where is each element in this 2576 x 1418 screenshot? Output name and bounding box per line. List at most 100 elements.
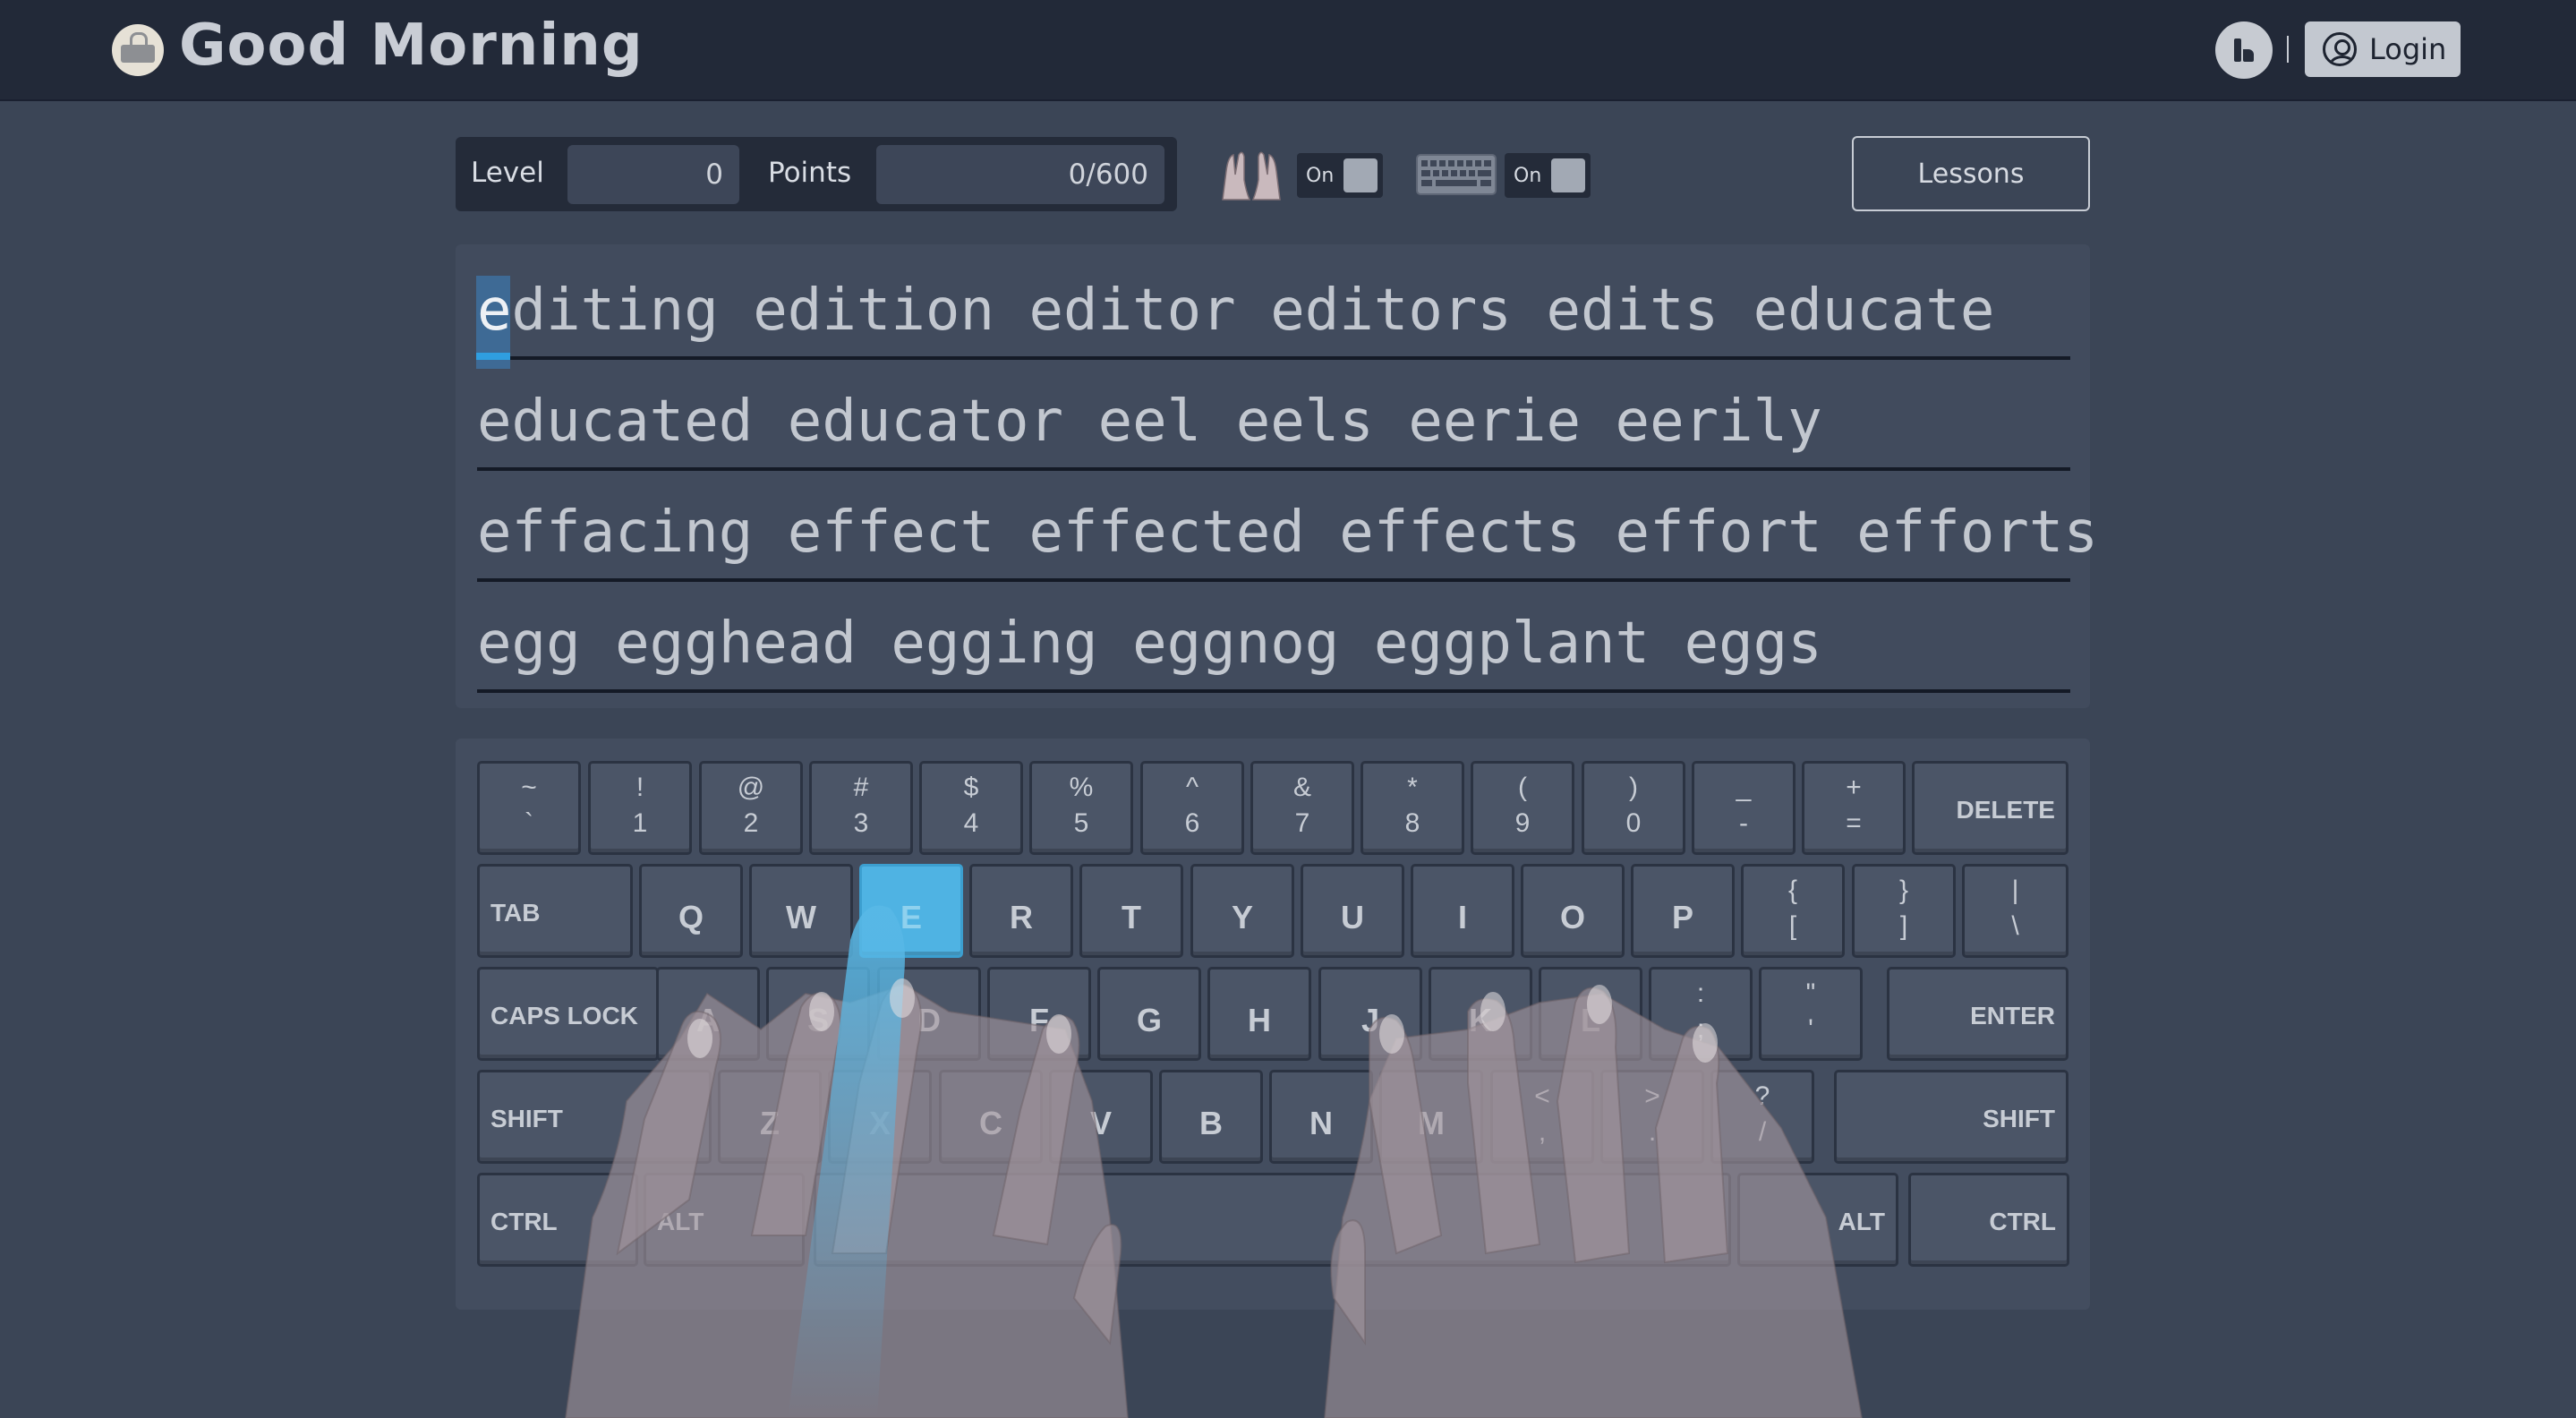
level-value: 0 <box>567 145 739 204</box>
key-label: CAPS LOCK <box>490 1002 638 1029</box>
key-label: 1 <box>632 808 648 838</box>
key-caps-lock[interactable]: CAPS LOCK <box>477 967 659 1061</box>
key-label: T <box>1122 899 1141 935</box>
practice-text-panel[interactable]: editing edition editor editors edits edu… <box>456 244 2098 708</box>
key-2[interactable]: @2 <box>699 761 803 855</box>
hands-toggle[interactable]: On <box>1297 153 1383 198</box>
key-ctrl[interactable]: CTRL <box>1908 1173 2069 1267</box>
key-z[interactable]: Z <box>718 1070 822 1164</box>
key-shift-label: # <box>853 773 869 802</box>
key-label: Z <box>760 1105 780 1141</box>
key-k[interactable]: K <box>1429 967 1532 1061</box>
keyboard-toggle[interactable]: On <box>1505 153 1591 198</box>
key-shift-label: } <box>1898 876 1909 905</box>
key-label: CTRL <box>1989 1208 2056 1235</box>
key-space[interactable]: _ - <box>1692 761 1796 855</box>
key-space[interactable] <box>814 1173 1731 1267</box>
key-j[interactable]: J <box>1318 967 1422 1061</box>
key-shift-label: $ <box>963 773 979 802</box>
theme-toggle-button[interactable] <box>2215 21 2273 79</box>
practice-line: egg egghead egging eggnog eggplant eggs <box>477 582 2070 693</box>
key-m[interactable]: M <box>1379 1070 1483 1164</box>
key-e[interactable]: E <box>859 864 963 958</box>
key-4[interactable]: $4 <box>919 761 1023 855</box>
key-h[interactable]: H <box>1207 967 1311 1061</box>
key-label: ALT <box>657 1208 704 1235</box>
level-label: Level <box>471 157 544 189</box>
key-space[interactable]: :; <box>1649 967 1753 1061</box>
key-label: 6 <box>1184 808 1200 838</box>
key-label: = <box>1846 808 1862 838</box>
key-g[interactable]: G <box>1097 967 1201 1061</box>
key-label: 0 <box>1625 808 1642 838</box>
key-label: 3 <box>853 808 869 838</box>
key-label: X <box>868 1105 891 1141</box>
key-label: ENTER <box>1970 1002 2055 1029</box>
key-label: A <box>696 1002 720 1038</box>
key-s[interactable]: S <box>766 967 870 1061</box>
key-enter[interactable]: ENTER <box>1887 967 2068 1061</box>
key-label: SHIFT <box>1983 1105 2055 1132</box>
key-d[interactable]: D <box>877 967 981 1061</box>
key-alt[interactable]: ALT <box>644 1173 805 1267</box>
key-0[interactable]: ) 0 <box>1582 761 1685 855</box>
practice-line: educated educator eel eels eerie eerily <box>477 360 2070 471</box>
key-alt[interactable]: ALT <box>1737 1173 1898 1267</box>
key-shift-label: _ <box>1736 773 1752 802</box>
key-space[interactable]: }] <box>1852 864 1956 958</box>
key-9[interactable]: (9 <box>1471 761 1574 855</box>
key-l[interactable]: L <box>1539 967 1642 1061</box>
key-a[interactable]: A <box>656 967 760 1061</box>
key-delete[interactable]: DELETE <box>1912 761 2068 855</box>
key-8[interactable]: * 8 <box>1361 761 1464 855</box>
key-6[interactable]: ^ 6 <box>1140 761 1244 855</box>
key-shift[interactable]: SHIFT <box>477 1070 712 1164</box>
key-space[interactable]: + = <box>1802 761 1906 855</box>
key-shift[interactable]: SHIFT <box>1834 1070 2068 1164</box>
key-tab[interactable]: TAB <box>477 864 633 958</box>
key-label: SHIFT <box>490 1105 563 1132</box>
key-label: 5 <box>1073 808 1089 838</box>
key-label: H <box>1248 1002 1271 1038</box>
key-space[interactable]: >. <box>1600 1070 1704 1164</box>
key-t[interactable]: T <box>1079 864 1183 958</box>
key-ctrl[interactable]: CTRL <box>477 1173 638 1267</box>
key-i[interactable]: I <box>1411 864 1514 958</box>
key-v[interactable]: V <box>1049 1070 1153 1164</box>
stats-bar: Level 0 Points 0/600 <box>456 137 1177 211</box>
key-3[interactable]: #3 <box>809 761 913 855</box>
key-label: / <box>1758 1117 1767 1147</box>
key-space[interactable]: <, <box>1490 1070 1594 1164</box>
login-button[interactable]: Login <box>2305 21 2461 77</box>
key-p[interactable]: P <box>1631 864 1735 958</box>
key-x[interactable]: X <box>828 1070 932 1164</box>
header-divider <box>2287 36 2289 63</box>
key-u[interactable]: U <box>1301 864 1404 958</box>
app-title[interactable]: Good Morning <box>179 13 644 79</box>
key-5[interactable]: % 5 <box>1029 761 1133 855</box>
key-c[interactable]: C <box>939 1070 1043 1164</box>
key-space[interactable]: ~ ` <box>477 761 581 855</box>
key-f[interactable]: F <box>987 967 1091 1061</box>
key-label: B <box>1199 1105 1223 1141</box>
key-label: E <box>900 899 922 935</box>
lessons-button[interactable]: Lessons <box>1852 136 2090 211</box>
key-label: 2 <box>743 808 759 838</box>
practice-line-text: egg egghead egging eggnog eggplant eggs <box>477 611 1822 677</box>
key-y[interactable]: Y <box>1190 864 1294 958</box>
key-r[interactable]: R <box>969 864 1073 958</box>
key-space[interactable]: " ' <box>1759 967 1863 1061</box>
key-label: 9 <box>1514 808 1531 838</box>
key-1[interactable]: ! 1 <box>588 761 692 855</box>
key-n[interactable]: N <box>1269 1070 1373 1164</box>
key-shift-label: > <box>1644 1081 1660 1111</box>
key-space[interactable]: | \ <box>1962 864 2068 958</box>
key-q[interactable]: Q <box>639 864 743 958</box>
key-7[interactable]: & 7 <box>1250 761 1354 855</box>
typewriter-logo-icon[interactable] <box>112 24 164 76</box>
key-space[interactable]: ? / <box>1710 1070 1814 1164</box>
key-space[interactable]: {[ <box>1741 864 1845 958</box>
key-b[interactable]: B <box>1159 1070 1263 1164</box>
key-w[interactable]: W <box>749 864 853 958</box>
key-o[interactable]: O <box>1521 864 1625 958</box>
